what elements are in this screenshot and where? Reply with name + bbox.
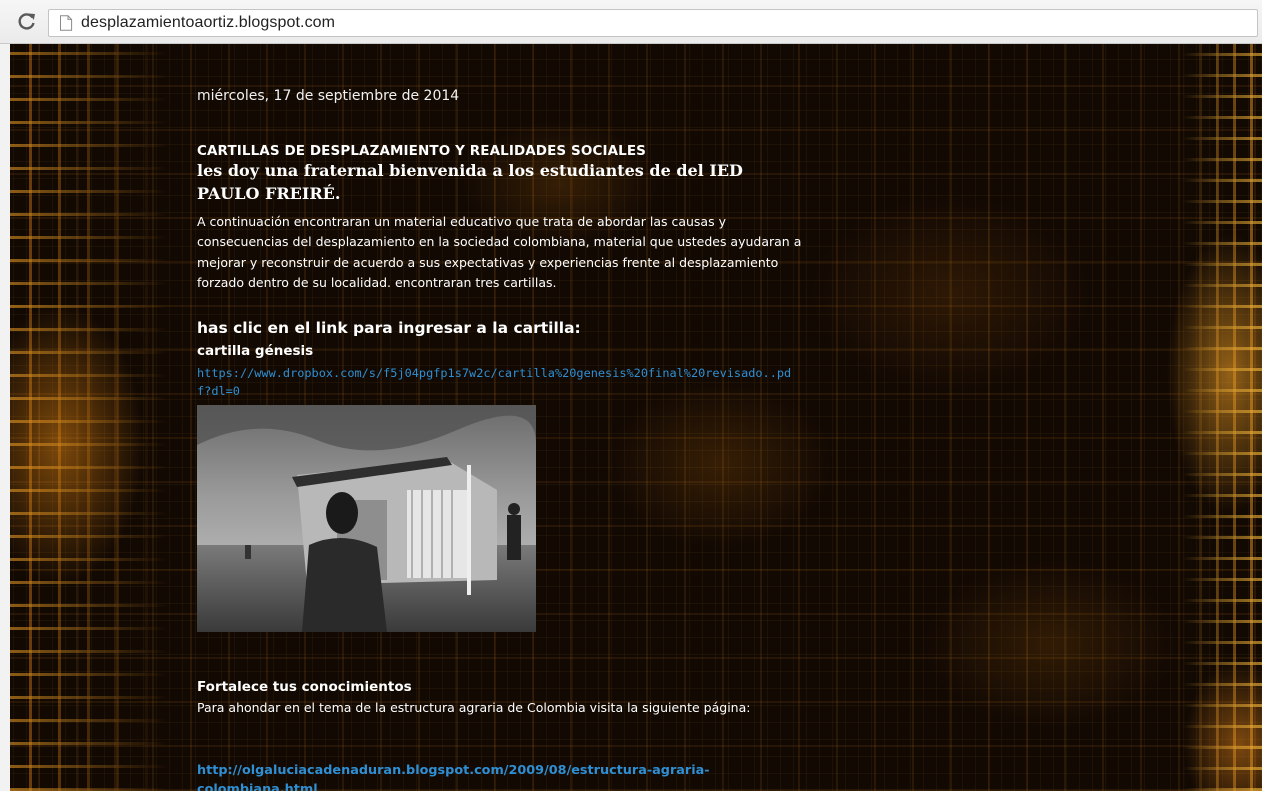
agraria-link[interactable]: http://olgaluciacadenaduran.blogspot.com…	[197, 761, 797, 791]
reload-icon	[18, 13, 35, 30]
date-header: miércoles, 17 de septiembre de 2014	[197, 88, 460, 104]
page-edge-strip	[0, 44, 10, 791]
photo-image	[197, 405, 536, 632]
background-glow-right	[1182, 44, 1262, 791]
page-viewport: miércoles, 17 de septiembre de 2014 CART…	[0, 44, 1262, 791]
address-bar[interactable]: desplazamientoaortiz.blogspot.com	[48, 9, 1258, 37]
browser-toolbar: desplazamientoaortiz.blogspot.com	[0, 0, 1262, 44]
reload-button[interactable]	[14, 8, 40, 34]
dropbox-link[interactable]: https://www.dropbox.com/s/f5j04pgfp1s7w2…	[197, 364, 805, 400]
post-photo[interactable]	[197, 405, 536, 632]
intro-paragraph: A continuación encontraran un material e…	[197, 214, 802, 290]
link-instruction: has clic en el link para ingresar a la c…	[197, 319, 581, 337]
cartilla-label: cartilla génesis	[197, 343, 314, 359]
page-icon	[57, 14, 75, 32]
background-glow-left	[0, 44, 170, 791]
section-heading: Fortalece tus conocimientos	[197, 679, 412, 695]
section-paragraph: Para ahondar en el tema de la estructura…	[197, 700, 751, 715]
post-title: CARTILLAS DE DESPLAZAMIENTO Y REALIDADES…	[197, 143, 646, 159]
welcome-heading: les doy una fraternal bienvenida a los e…	[197, 161, 743, 203]
url-text[interactable]: desplazamientoaortiz.blogspot.com	[81, 14, 335, 32]
